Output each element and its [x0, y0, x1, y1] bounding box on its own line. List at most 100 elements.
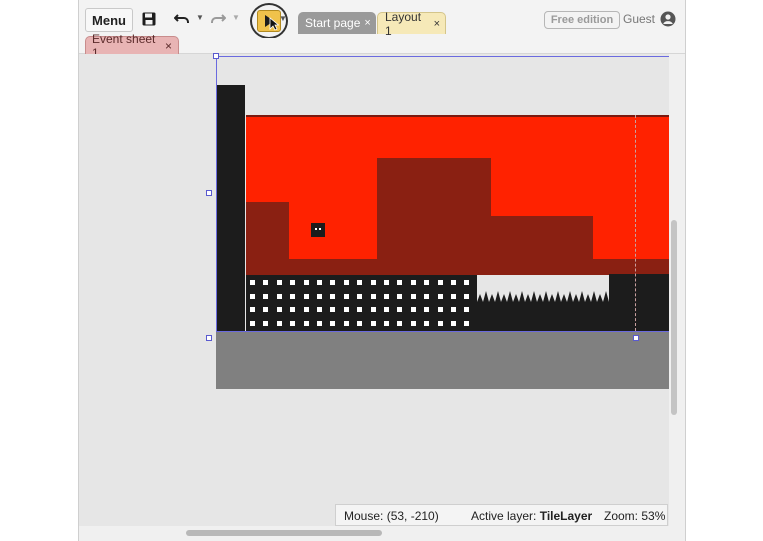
- tile-dot: [384, 320, 389, 326]
- tile-dot: [357, 307, 363, 312]
- tile-dot: [343, 280, 349, 285]
- redo-dropdown-chevron-down-icon[interactable]: ▼: [232, 13, 240, 22]
- tile-dot: [384, 293, 389, 299]
- tile-dot: [303, 293, 309, 299]
- tile-dot: [317, 320, 322, 326]
- selection-border: [216, 331, 669, 332]
- tile-dot: [263, 293, 269, 299]
- zoom-readout: Zoom: 53%: [604, 509, 665, 523]
- tile-layer-bricks[interactable]: [246, 275, 477, 331]
- tile-dot: [424, 320, 430, 326]
- undo-icon[interactable]: [173, 9, 191, 29]
- spike-floor-object[interactable]: [477, 288, 609, 331]
- tile-dot: [397, 320, 403, 326]
- resize-handle[interactable]: [633, 335, 639, 341]
- tile-dot: [330, 293, 336, 299]
- vertical-scroll-thumb[interactable]: [671, 220, 677, 415]
- active-layer-readout: Active layer: TileLayer: [471, 509, 592, 523]
- black-ledge-object[interactable]: [609, 274, 669, 331]
- resize-handle[interactable]: [213, 53, 219, 59]
- dark-red-hill-3[interactable]: [377, 158, 491, 275]
- tile-dot: [410, 307, 416, 312]
- player-eye: [319, 228, 321, 230]
- tile-dot: [276, 307, 282, 312]
- tile-dot: [464, 293, 470, 299]
- tile-dot: [370, 320, 376, 326]
- tile-dot: [437, 280, 443, 285]
- tile-dot: [384, 280, 389, 285]
- tile-dot: [330, 320, 336, 326]
- tile-dot: [317, 307, 322, 312]
- menu-button[interactable]: Menu: [85, 8, 133, 32]
- tile-dot: [276, 280, 282, 285]
- active-layer-value[interactable]: TileLayer: [540, 509, 592, 523]
- tab-event-sheet-1[interactable]: Event sheet 1 ×: [85, 32, 179, 60]
- tile-dot: [290, 307, 296, 312]
- tile-dot: [397, 307, 403, 312]
- tile-dot: [410, 320, 416, 326]
- tab-label: Layout 1: [385, 9, 422, 38]
- tile-dot: [424, 307, 430, 312]
- free-edition-badge[interactable]: Free edition: [544, 11, 620, 29]
- user-name[interactable]: Guest: [623, 12, 655, 26]
- tab-label: Start page: [305, 16, 361, 30]
- tile-dot: [317, 280, 322, 285]
- tile-dot: [263, 280, 269, 285]
- dark-red-hill-1[interactable]: [246, 202, 289, 275]
- resize-handle[interactable]: [206, 335, 212, 341]
- tile-dot: [290, 320, 296, 326]
- dark-red-hill-5[interactable]: [593, 259, 669, 275]
- tile-dot: [303, 307, 309, 312]
- tile-dot: [276, 293, 282, 299]
- tile-dot: [410, 280, 416, 285]
- tile-dot: [464, 307, 470, 312]
- tile-dot: [464, 280, 470, 285]
- black-wall-object[interactable]: [217, 85, 245, 331]
- dark-red-hill-2[interactable]: [289, 259, 377, 275]
- tab-layout-1[interactable]: Layout 1 ×: [377, 10, 446, 38]
- layout-bound-guide: [635, 115, 636, 331]
- tile-dot: [250, 293, 255, 299]
- tile-dot: [451, 293, 456, 299]
- horizontal-scrollbar[interactable]: [79, 526, 685, 541]
- tile-dot: [330, 280, 336, 285]
- tile-dot: [357, 293, 363, 299]
- tile-dot: [437, 307, 443, 312]
- tile-dot: [437, 320, 443, 326]
- tile-dot: [290, 293, 296, 299]
- tile-dot: [397, 280, 403, 285]
- layout-viewport[interactable]: [79, 53, 669, 526]
- tile-dot: [370, 280, 376, 285]
- tile-dot: [370, 307, 376, 312]
- user-avatar-icon[interactable]: [660, 11, 676, 30]
- tile-dot: [451, 280, 456, 285]
- horizontal-scroll-thumb[interactable]: [186, 530, 382, 536]
- tile-dot: [451, 320, 456, 326]
- tile-dot: [464, 320, 470, 326]
- save-icon[interactable]: [141, 9, 157, 29]
- dark-red-hill-4[interactable]: [491, 216, 593, 275]
- undo-dropdown-chevron-down-icon[interactable]: ▼: [196, 13, 204, 22]
- tab-start-page[interactable]: Start page ×: [298, 12, 376, 34]
- zoom-value: 53%: [641, 509, 666, 523]
- tile-dot: [317, 293, 322, 299]
- mouse-value: (53, -210): [386, 509, 439, 523]
- spike-shape: [477, 291, 609, 331]
- active-layer-label: Active layer:: [471, 509, 537, 523]
- tile-dot: [330, 307, 336, 312]
- player-sprite[interactable]: [311, 223, 325, 237]
- close-icon[interactable]: ×: [364, 17, 370, 29]
- redo-icon[interactable]: [209, 9, 227, 29]
- mouse-label: Mouse:: [344, 509, 384, 523]
- gray-ground-object[interactable]: [216, 331, 669, 389]
- close-icon[interactable]: ×: [165, 39, 172, 53]
- close-icon[interactable]: ×: [434, 18, 440, 30]
- construct-editor-window: Menu ▼ ▼ ▼ Start page × Layout 1 × Free …: [78, 0, 686, 541]
- main-toolbar: Menu ▼ ▼ ▼ Start page × Layout 1 × Free …: [79, 0, 685, 39]
- tile-dot: [343, 320, 349, 326]
- resize-handle[interactable]: [206, 190, 212, 196]
- zoom-label: Zoom:: [604, 509, 639, 523]
- tile-dot: [357, 320, 363, 326]
- play-dropdown-chevron-down-icon[interactable]: ▼: [279, 14, 287, 23]
- tile-dot: [437, 293, 443, 299]
